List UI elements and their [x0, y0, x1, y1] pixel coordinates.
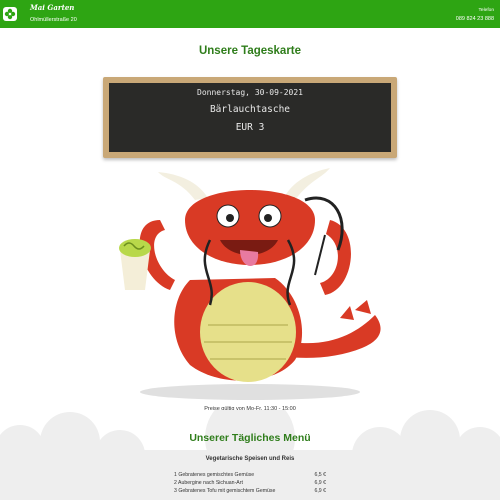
cloud-decoration — [0, 410, 500, 500]
address: Ohlmüllerstraße 20 — [30, 17, 77, 23]
menu-item-price: 6,9 € — [314, 480, 326, 486]
chalkboard-surface: Donnerstag, 30-09-2021 Bärlauchtasche EU… — [109, 83, 391, 152]
menu-item-name: 3 Gebratenes Tofu mit gemischtem Gemüse — [174, 488, 276, 494]
phone-number[interactable]: 089 824 23 888 — [456, 16, 494, 22]
flower-logo-icon[interactable] — [3, 7, 17, 21]
board-price: EUR 3 — [235, 122, 265, 133]
menu-item-price: 6,5 € — [314, 472, 326, 478]
menu-category-heading: Vegetarische Speisen und Reis — [205, 456, 295, 462]
board-date: Donnerstag, 30-09-2021 — [197, 88, 303, 97]
daily-card-title: Unsere Tageskarte — [198, 45, 302, 57]
phone-label: Telefon — [478, 8, 494, 13]
dragon-mascot-image — [119, 168, 381, 400]
menu-item-name: 1 Gebratenes gemischtes Gemüse — [174, 472, 255, 478]
menu-item-price: 6,9 € — [314, 488, 326, 494]
chalkboard: Donnerstag, 30-09-2021 Bärlauchtasche EU… — [103, 77, 397, 158]
site-header: Mai Garten Ohlmüllerstraße 20 Telefon 08… — [0, 0, 500, 28]
brand-name[interactable]: Mai Garten — [30, 3, 74, 12]
daily-menu-title: Unserer Tägliches Menü — [189, 432, 311, 444]
board-dish: Bärlauchtasche — [209, 104, 291, 115]
menu-item-name: 2 Aubergine nach Sichuan-Art — [174, 480, 243, 486]
